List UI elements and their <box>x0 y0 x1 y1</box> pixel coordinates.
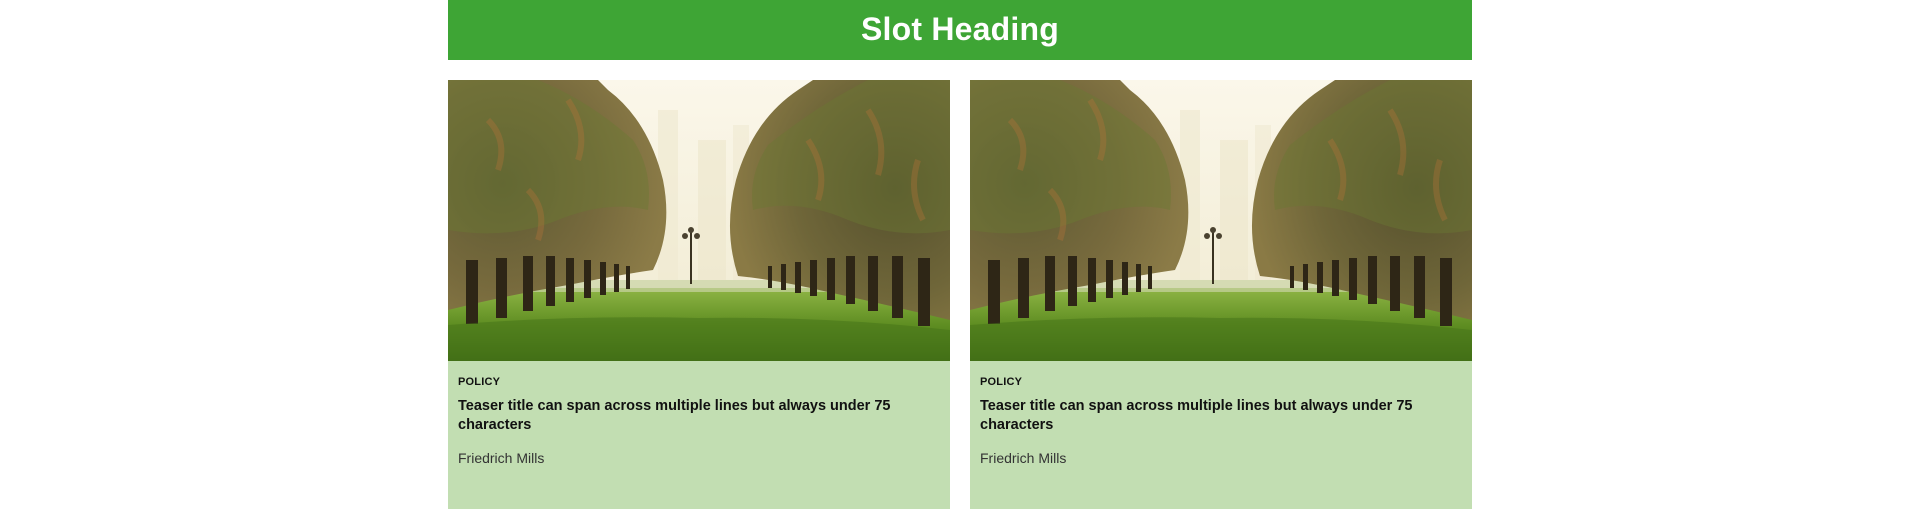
palm-avenue-image[interactable] <box>970 80 1472 361</box>
card-list: POLICY Teaser title can span across mult… <box>448 80 1472 509</box>
content-slot: Slot Heading POLICY Teaser title can spa… <box>448 0 1472 509</box>
card-body: POLICY Teaser title can span across mult… <box>448 361 950 509</box>
teaser-card[interactable]: POLICY Teaser title can span across mult… <box>448 80 950 509</box>
card-title[interactable]: Teaser title can span across multiple li… <box>458 397 940 435</box>
card-category[interactable]: POLICY <box>458 376 940 388</box>
palm-avenue-image[interactable] <box>448 80 950 361</box>
card-body: POLICY Teaser title can span across mult… <box>970 361 1472 509</box>
slot-heading: Slot Heading <box>861 10 1059 47</box>
card-title[interactable]: Teaser title can span across multiple li… <box>980 397 1462 435</box>
teaser-card[interactable]: POLICY Teaser title can span across mult… <box>970 80 1472 509</box>
card-category[interactable]: POLICY <box>980 376 1462 388</box>
slot-header: Slot Heading <box>448 0 1472 60</box>
card-author[interactable]: Friedrich Mills <box>980 450 1462 466</box>
card-author[interactable]: Friedrich Mills <box>458 450 940 466</box>
